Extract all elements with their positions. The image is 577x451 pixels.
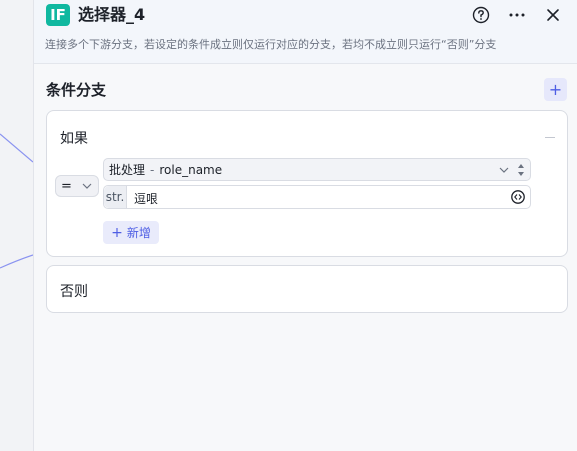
section-title: 条件分支 <box>46 81 107 99</box>
if-branch-card: 如果 = 批处理 - role_name str. 逗哏 + 新增 <box>46 110 568 257</box>
stepper-icon[interactable] <box>516 160 526 183</box>
else-branch-card: 否则 <box>46 265 568 313</box>
add-condition-button[interactable]: + 新增 <box>103 221 159 244</box>
panel-header: IF 选择器_4 连接多个下游分支，若设定的条件成立则仅运行对应的分支，若均不成… <box>34 0 577 64</box>
plus-icon: + <box>111 224 123 241</box>
chevron-down-icon <box>498 164 510 179</box>
add-branch-button[interactable]: + <box>544 78 567 101</box>
node-title[interactable]: 选择器_4 <box>78 5 145 25</box>
edge-line-1 <box>0 133 33 163</box>
selector-panel: IF 选择器_4 连接多个下游分支，若设定的条件成立则仅运行对应的分支，若均不成… <box>33 0 577 451</box>
variable-select[interactable]: 批处理 - role_name <box>103 158 531 181</box>
variable-node: 批处理 <box>109 163 146 177</box>
operator-value: = <box>61 178 72 194</box>
variable-insert-icon[interactable] <box>510 189 526 208</box>
node-description: 连接多个下游分支，若设定的条件成立则仅运行对应的分支，若均不成立则只运行“否则”… <box>45 38 497 51</box>
plus-icon: + <box>548 80 563 99</box>
canvas-edges <box>0 133 33 269</box>
more-icon[interactable] <box>506 4 528 26</box>
else-label: 否则 <box>60 284 88 300</box>
add-condition-label: 新增 <box>126 226 151 240</box>
collapse-icon[interactable] <box>545 137 555 138</box>
if-label: 如果 <box>60 131 88 147</box>
value-field[interactable]: str. 逗哏 <box>103 185 531 209</box>
close-icon[interactable] <box>542 4 564 26</box>
value-text: 逗哏 <box>134 192 159 206</box>
chevron-down-icon <box>82 179 92 197</box>
edge-line-2 <box>0 254 33 269</box>
help-icon[interactable] <box>470 4 492 26</box>
value-type-tag[interactable]: str. <box>104 186 127 208</box>
if-node-icon: IF <box>46 4 70 26</box>
variable-name: role_name <box>159 162 223 177</box>
variable-separator: - <box>150 162 155 177</box>
workflow-canvas[interactable] <box>0 0 33 451</box>
operator-select[interactable]: = <box>55 175 99 197</box>
